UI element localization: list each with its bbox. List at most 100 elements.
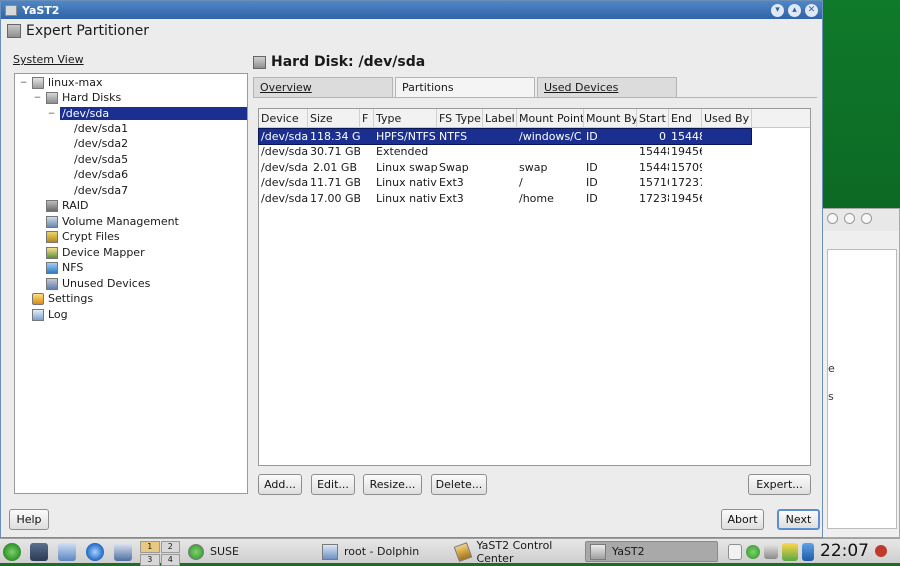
table-cell bbox=[437, 144, 483, 159]
abort-button[interactable]: Abort bbox=[721, 509, 764, 530]
task-yast-control-center[interactable]: YaST2 Control Center bbox=[452, 539, 580, 565]
task-dolphin[interactable]: root - Dolphin bbox=[318, 541, 444, 562]
partitions-table[interactable]: Device Size F Type FS Type Label Mount P… bbox=[258, 108, 811, 466]
battery-icon[interactable] bbox=[782, 542, 798, 561]
table-cell: Ext3 bbox=[439, 176, 464, 189]
tree-item-label: /dev/sda7 bbox=[74, 184, 129, 197]
tab-partitions[interactable]: Partitions bbox=[395, 77, 535, 97]
column-header-start[interactable]: Start bbox=[637, 109, 669, 128]
column-header-type[interactable]: Type bbox=[374, 109, 437, 128]
tree-item-dev-sda1[interactable]: /dev/sda1 bbox=[74, 121, 128, 136]
table-cell bbox=[360, 129, 374, 144]
tree-item-crypt-files[interactable]: Crypt Files bbox=[46, 229, 120, 244]
volume-icon[interactable] bbox=[764, 544, 778, 559]
taskbar: 1 2 3 4 SUSE root - Dolphin YaST2 Contro… bbox=[0, 538, 900, 566]
column-header-f[interactable]: F bbox=[360, 109, 374, 128]
table-cell: HPFS/NTFS bbox=[376, 130, 436, 143]
table-row[interactable]: /dev/sda2 30.71 GB Extended 15448 19456 bbox=[259, 144, 751, 159]
table-cell: 15448 bbox=[639, 145, 669, 158]
tree-item-log[interactable]: Log bbox=[32, 307, 68, 322]
column-header-label[interactable]: Label bbox=[483, 109, 517, 128]
tree-item-linux-max[interactable]: − linux-max bbox=[19, 75, 103, 90]
clock[interactable]: 22:07 bbox=[820, 541, 869, 561]
column-header-size[interactable]: Size bbox=[308, 109, 360, 128]
pager-desktop[interactable]: 4 bbox=[160, 554, 180, 566]
background-window-button-icon[interactable] bbox=[827, 213, 838, 224]
panel-header: Hard Disk: /dev/sda bbox=[253, 54, 425, 70]
tree-item-hard-disks[interactable]: − Hard Disks bbox=[33, 90, 121, 105]
table-cell: /windows/C * bbox=[519, 130, 584, 143]
close-icon[interactable]: ✕ bbox=[805, 3, 818, 17]
tree-item-raid[interactable]: RAID bbox=[46, 198, 88, 213]
tree-item-dev-sda2[interactable]: /dev/sda2 bbox=[74, 136, 128, 151]
window-titlebar[interactable]: YaST2 ▾ ▴ ✕ bbox=[1, 1, 822, 19]
tree-item-dev-sda6[interactable]: /dev/sda6 bbox=[74, 167, 128, 182]
tree-item-unused-devices[interactable]: Unused Devices bbox=[46, 276, 150, 291]
network-icon[interactable] bbox=[802, 542, 814, 561]
column-header-used-by[interactable]: Used By bbox=[702, 109, 752, 128]
table-cell: ID bbox=[586, 192, 598, 205]
column-header-device[interactable]: Device bbox=[259, 109, 308, 128]
power-button[interactable] bbox=[875, 540, 887, 561]
tree-item-label: /dev/sda2 bbox=[74, 137, 129, 150]
quick-launch-files[interactable] bbox=[58, 541, 76, 562]
column-header-mount-by[interactable]: Mount By bbox=[584, 109, 637, 128]
tree-item-dev-sda7[interactable]: /dev/sda7 bbox=[74, 183, 128, 198]
tree-item-nfs[interactable]: NFS bbox=[46, 260, 83, 275]
tree-item-settings[interactable]: Settings bbox=[32, 291, 93, 306]
edit-button[interactable]: Edit... bbox=[311, 474, 355, 495]
collapse-icon[interactable]: − bbox=[47, 109, 56, 119]
system-tray bbox=[728, 541, 814, 562]
background-window-button-icon[interactable] bbox=[861, 213, 872, 224]
background-window-titlebar[interactable] bbox=[823, 209, 899, 231]
next-button[interactable]: Next bbox=[777, 509, 820, 530]
expert-button[interactable]: Expert... bbox=[748, 474, 811, 495]
task-suse[interactable]: SUSE bbox=[184, 541, 308, 562]
tree-item-dev-sda[interactable]: − /dev/sda bbox=[47, 106, 247, 121]
column-header-mount-point[interactable]: Mount Point bbox=[517, 109, 584, 128]
collapse-icon[interactable]: − bbox=[19, 78, 28, 88]
task-yast2[interactable]: YaST2 bbox=[585, 541, 718, 562]
background-window-button-icon[interactable] bbox=[844, 213, 855, 224]
help-button[interactable]: Help bbox=[9, 509, 49, 530]
quick-launch-terminal[interactable] bbox=[30, 541, 48, 562]
quick-launch-desktop[interactable] bbox=[114, 541, 132, 562]
tree-item-device-mapper[interactable]: Device Mapper bbox=[46, 245, 145, 260]
volume-management-icon bbox=[46, 215, 58, 228]
tab-bar: Overview Partitions Used Devices bbox=[253, 77, 679, 97]
updater-icon[interactable] bbox=[746, 544, 760, 559]
tab-used-devices[interactable]: Used Devices bbox=[537, 77, 677, 97]
table-row[interactable]: /dev/sda7 17.00 GB Linux native Ext3 /ho… bbox=[259, 191, 751, 206]
delete-button[interactable]: Delete... bbox=[431, 474, 487, 495]
desktop-pager[interactable]: 1 2 3 4 bbox=[140, 541, 180, 566]
add-button[interactable]: Add... bbox=[258, 474, 302, 495]
minimize-icon[interactable]: ▾ bbox=[771, 3, 784, 17]
maximize-icon[interactable]: ▴ bbox=[788, 3, 801, 17]
table-cell bbox=[702, 129, 751, 144]
tree-item-dev-sda5[interactable]: /dev/sda5 bbox=[74, 152, 128, 167]
background-window[interactable]: e s bbox=[822, 208, 900, 538]
tab-overview[interactable]: Overview bbox=[253, 77, 393, 97]
table-cell bbox=[584, 144, 637, 159]
pager-desktop[interactable]: 2 bbox=[160, 541, 180, 553]
table-cell: /dev/sda6 bbox=[261, 176, 308, 189]
collapse-icon[interactable]: − bbox=[33, 93, 42, 103]
show-desktop-icon bbox=[114, 542, 132, 561]
resize-button[interactable]: Resize... bbox=[363, 474, 422, 495]
column-header-fs-type[interactable]: FS Type bbox=[437, 109, 483, 128]
suse-menu-icon bbox=[3, 542, 21, 561]
column-header-end[interactable]: End bbox=[669, 109, 702, 128]
system-view-tree[interactable]: − linux-max − Hard Disks − /dev/sda /dev… bbox=[14, 73, 248, 494]
table-row[interactable]: /dev/sda1 118.34 GB HPFS/NTFS NTFS /wind… bbox=[258, 128, 752, 145]
clipboard-icon[interactable] bbox=[728, 543, 742, 560]
quick-launch-browser[interactable] bbox=[86, 541, 104, 562]
pager-desktop[interactable]: 3 bbox=[140, 554, 160, 566]
pager-desktop[interactable]: 1 bbox=[140, 541, 160, 553]
start-menu-button[interactable] bbox=[3, 541, 21, 562]
tab-label: Overview bbox=[260, 81, 312, 94]
tree-item-volume-management[interactable]: Volume Management bbox=[46, 214, 179, 229]
table-row[interactable]: /dev/sda6 11.71 GB Linux native Ext3 / I… bbox=[259, 175, 751, 190]
table-cell: Linux native bbox=[376, 176, 437, 189]
background-text-fragment: s bbox=[828, 390, 834, 403]
table-row[interactable]: /dev/sda5 2.01 GB Linux swap Swap swap I… bbox=[259, 160, 751, 175]
